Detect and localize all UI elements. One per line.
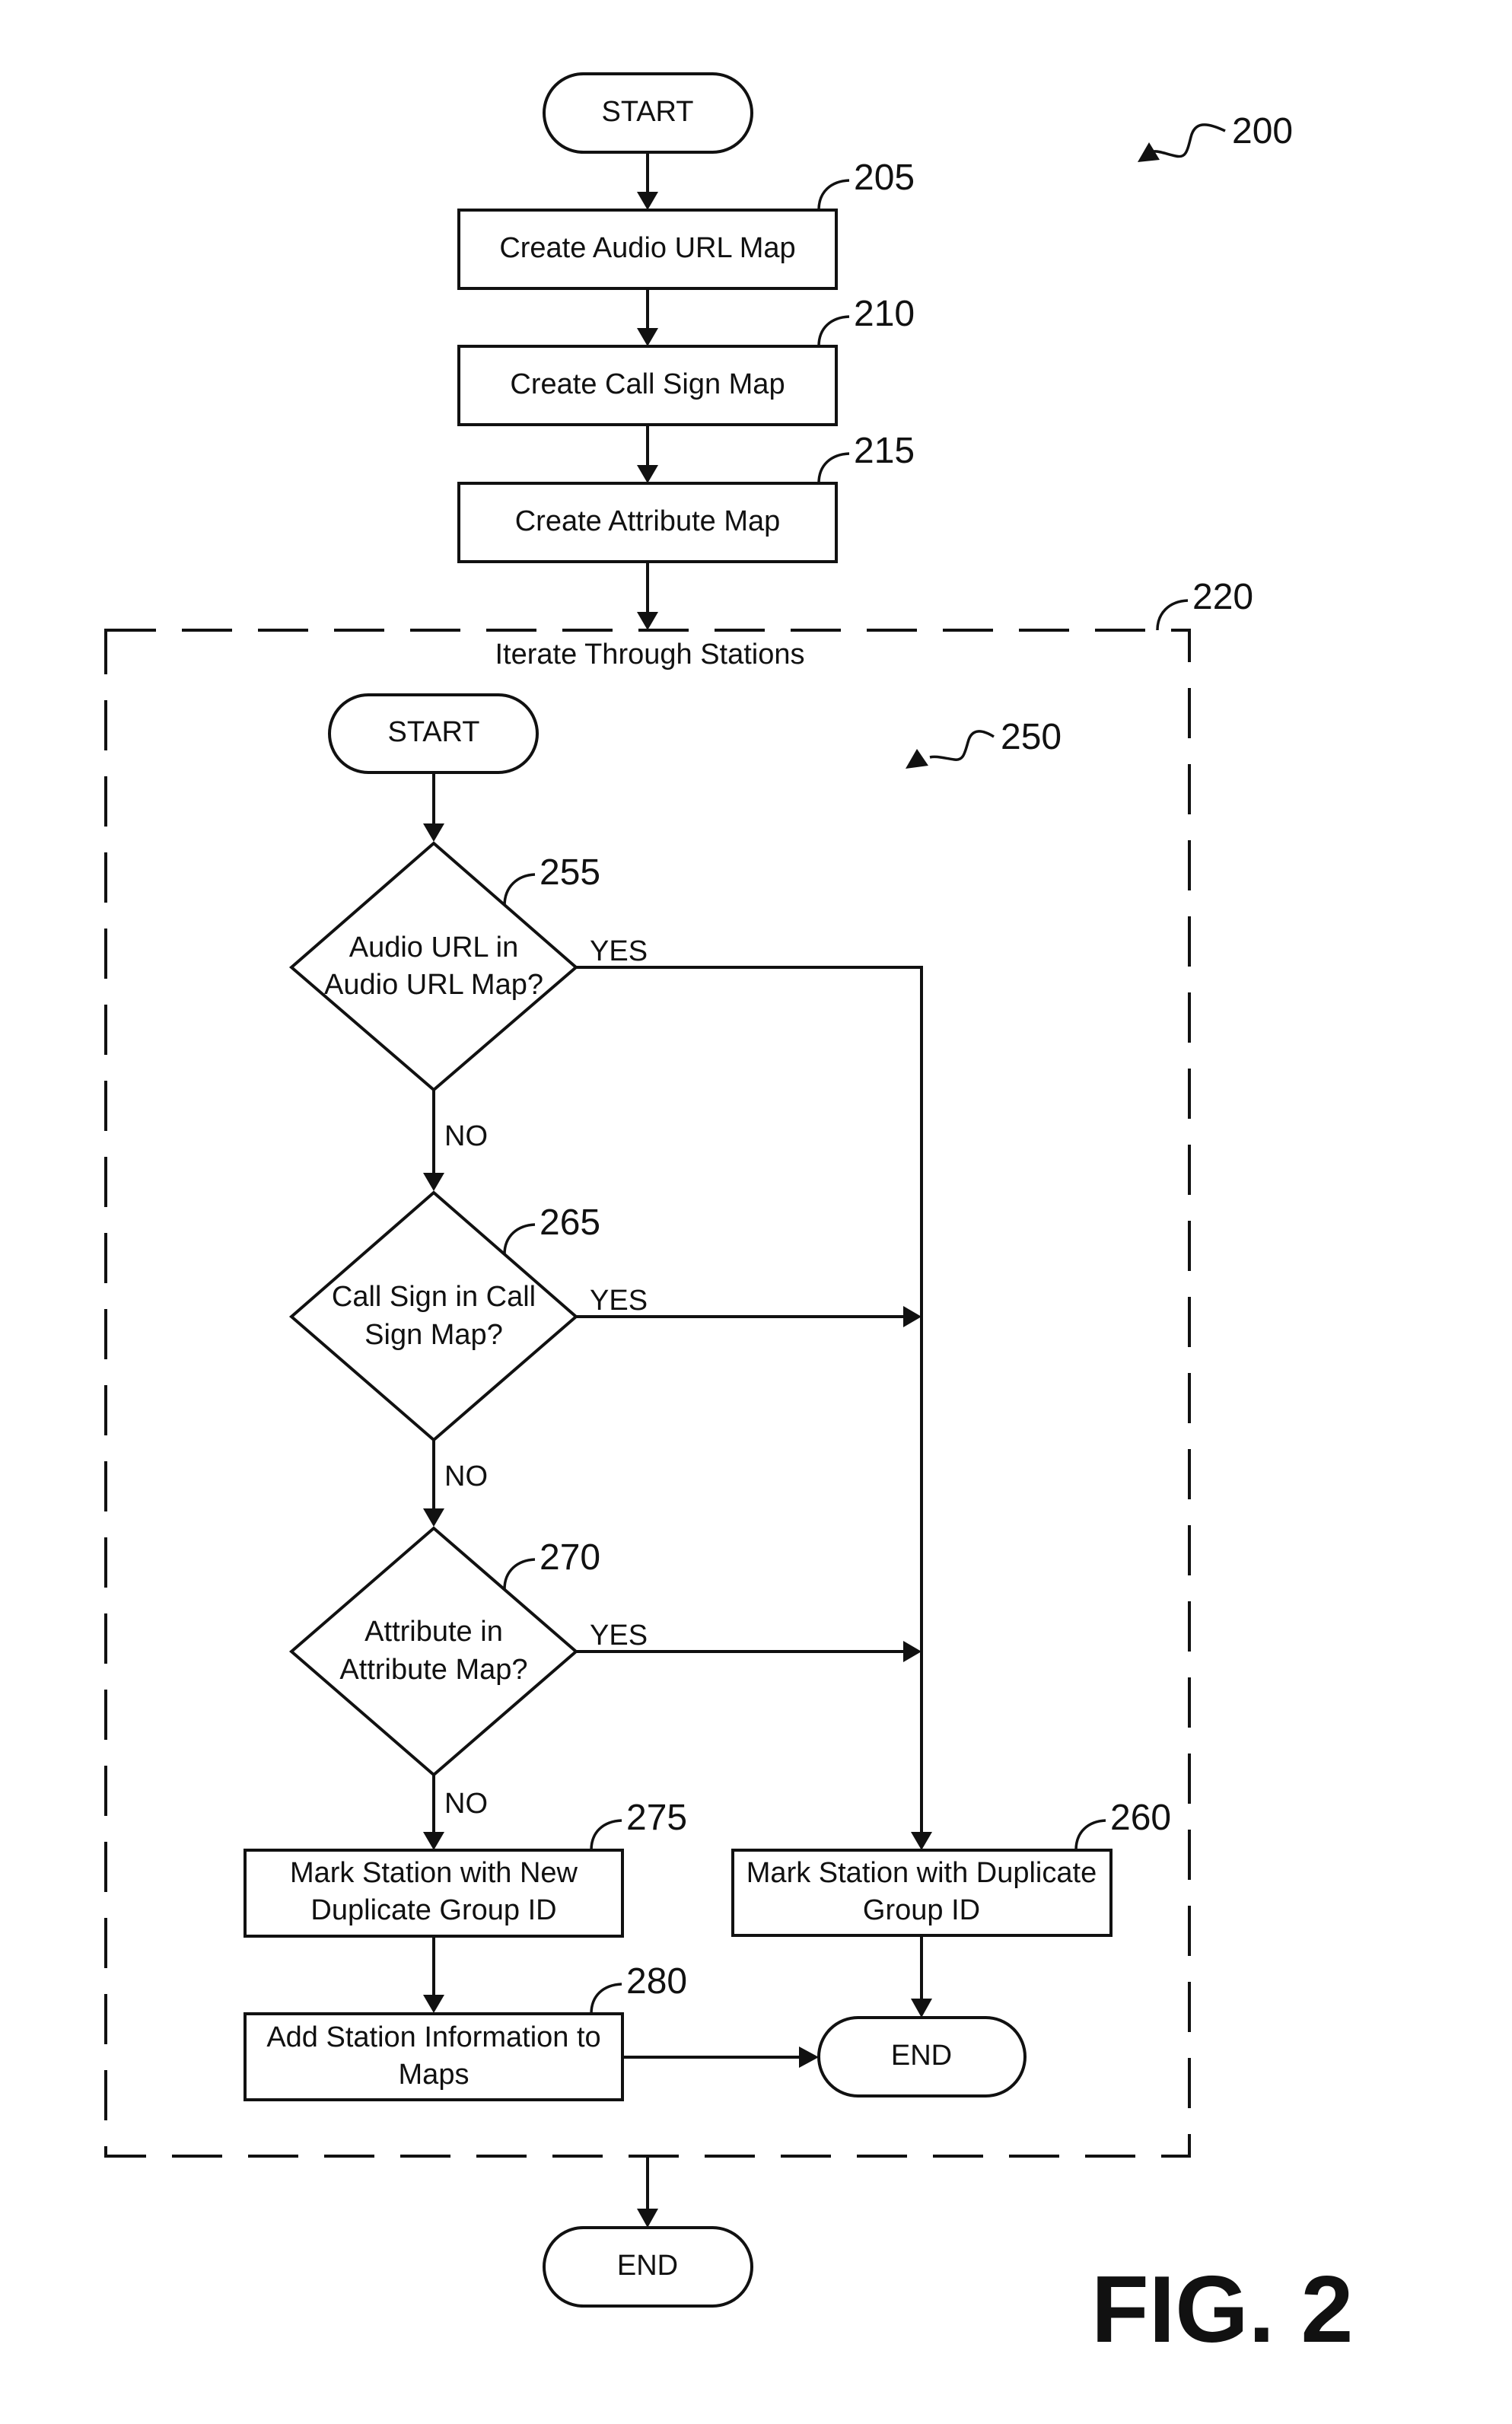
ref-label-215: 215 [854, 431, 915, 471]
outer-start-label: START [601, 96, 693, 128]
inner-start-label: START [387, 716, 479, 748]
ref-leader-200 [1153, 123, 1226, 158]
step-280-add-station-info: Add Station Information to Maps [244, 2012, 624, 2101]
outer-end-label: END [617, 2250, 678, 2282]
step-215-label: Create Attribute Map [515, 505, 781, 537]
arrowhead-icon [906, 749, 928, 769]
decision-270-line2: Attribute Map? [339, 1654, 527, 1686]
step-275-line1: Mark Station with New [290, 1857, 578, 1889]
decision-265-line2: Sign Map? [364, 1319, 503, 1351]
ref-leader-215 [817, 452, 850, 484]
arrowhead-icon [423, 1173, 444, 1191]
arrowhead-icon [423, 1508, 444, 1527]
loop-220-label: Iterate Through Stations [495, 639, 805, 671]
decision-255-line2: Audio URL Map? [324, 969, 543, 1001]
flowchart: START Create Audio URL Map 205 Create Ca… [104, 72, 1354, 2362]
decision-265-line1: Call Sign in Call [332, 1281, 536, 1313]
ref-leader-265 [503, 1223, 536, 1255]
ref-label-210: 210 [854, 294, 915, 334]
decision-255-audio-url: Audio URL in Audio URL Map? [288, 841, 579, 1092]
step-280-line1: Add Station Information to [266, 2021, 600, 2053]
arrowhead-icon [637, 465, 658, 483]
ref-label-205: 205 [854, 158, 915, 198]
branch-no-270: NO [444, 1788, 488, 1820]
ref-label-255: 255 [540, 852, 600, 893]
ref-label-260: 260 [1110, 1798, 1171, 1838]
arrowhead-icon [637, 328, 658, 346]
figure-title: FIG. 2 [1091, 2257, 1354, 2362]
step-275-line2: Duplicate Group ID [310, 1894, 556, 1926]
ref-leader-270 [503, 1558, 536, 1590]
ref-leader-250 [929, 730, 995, 761]
branch-yes-255: YES [590, 935, 648, 967]
decision-270-line1: Attribute in [364, 1616, 503, 1648]
branch-no-255: NO [444, 1120, 488, 1152]
step-260-duplicate-group: Mark Station with Duplicate Group ID [731, 1849, 1113, 1937]
outer-start-terminal: START [543, 72, 753, 154]
ref-label-280: 280 [626, 1961, 687, 2002]
arrowhead-icon [911, 1832, 932, 1850]
connector-255-yes [576, 966, 923, 1835]
ref-leader-260 [1074, 1819, 1106, 1851]
step-205-create-audio-url-map: Create Audio URL Map [457, 209, 838, 290]
ref-label-220: 220 [1192, 577, 1253, 617]
ref-label-270: 270 [540, 1537, 600, 1578]
arrowhead-icon [637, 192, 658, 210]
arrowhead-icon [903, 1306, 922, 1327]
ref-leader-205 [817, 179, 850, 211]
step-260-line2: Group ID [863, 1894, 980, 1926]
arrowhead-icon [423, 823, 444, 842]
arrowhead-icon [799, 2047, 819, 2068]
ref-leader-220 [1156, 599, 1189, 631]
ref-leader-275 [590, 1819, 622, 1851]
outer-end-terminal: END [543, 2226, 753, 2308]
arrowhead-icon [637, 2209, 658, 2228]
step-215-create-attribute-map: Create Attribute Map [457, 482, 838, 563]
ref-leader-255 [503, 873, 536, 906]
inner-start-terminal: START [328, 693, 539, 774]
step-275-new-duplicate-group: Mark Station with New Duplicate Group ID [244, 1849, 624, 1938]
step-280-line2: Maps [399, 2059, 470, 2091]
arrowhead-icon [911, 1999, 932, 2018]
step-260-line1: Mark Station with Duplicate [746, 1857, 1097, 1889]
decision-270-attribute: Attribute in Attribute Map? [288, 1526, 579, 1777]
decision-265-call-sign: Call Sign in Call Sign Map? [288, 1190, 579, 1442]
ref-label-275: 275 [626, 1798, 687, 1838]
ref-leader-280 [590, 1983, 622, 2015]
inner-end-terminal: END [817, 2016, 1027, 2098]
inner-end-label: END [891, 2040, 952, 2072]
arrowhead-icon [637, 612, 658, 630]
ref-leader-210 [817, 315, 850, 347]
ref-label-265: 265 [540, 1202, 600, 1243]
step-205-label: Create Audio URL Map [499, 232, 795, 264]
branch-yes-270: YES [590, 1620, 648, 1652]
arrowhead-icon [423, 1995, 444, 2013]
decision-255-line1: Audio URL in [349, 932, 519, 964]
branch-no-265: NO [444, 1460, 488, 1492]
arrowhead-icon [903, 1641, 922, 1662]
step-210-label: Create Call Sign Map [510, 368, 785, 400]
step-210-create-call-sign-map: Create Call Sign Map [457, 345, 838, 426]
ref-label-200: 200 [1232, 111, 1293, 151]
arrowhead-icon [423, 1832, 444, 1850]
ref-label-250: 250 [1001, 717, 1062, 757]
branch-yes-265: YES [590, 1285, 648, 1317]
